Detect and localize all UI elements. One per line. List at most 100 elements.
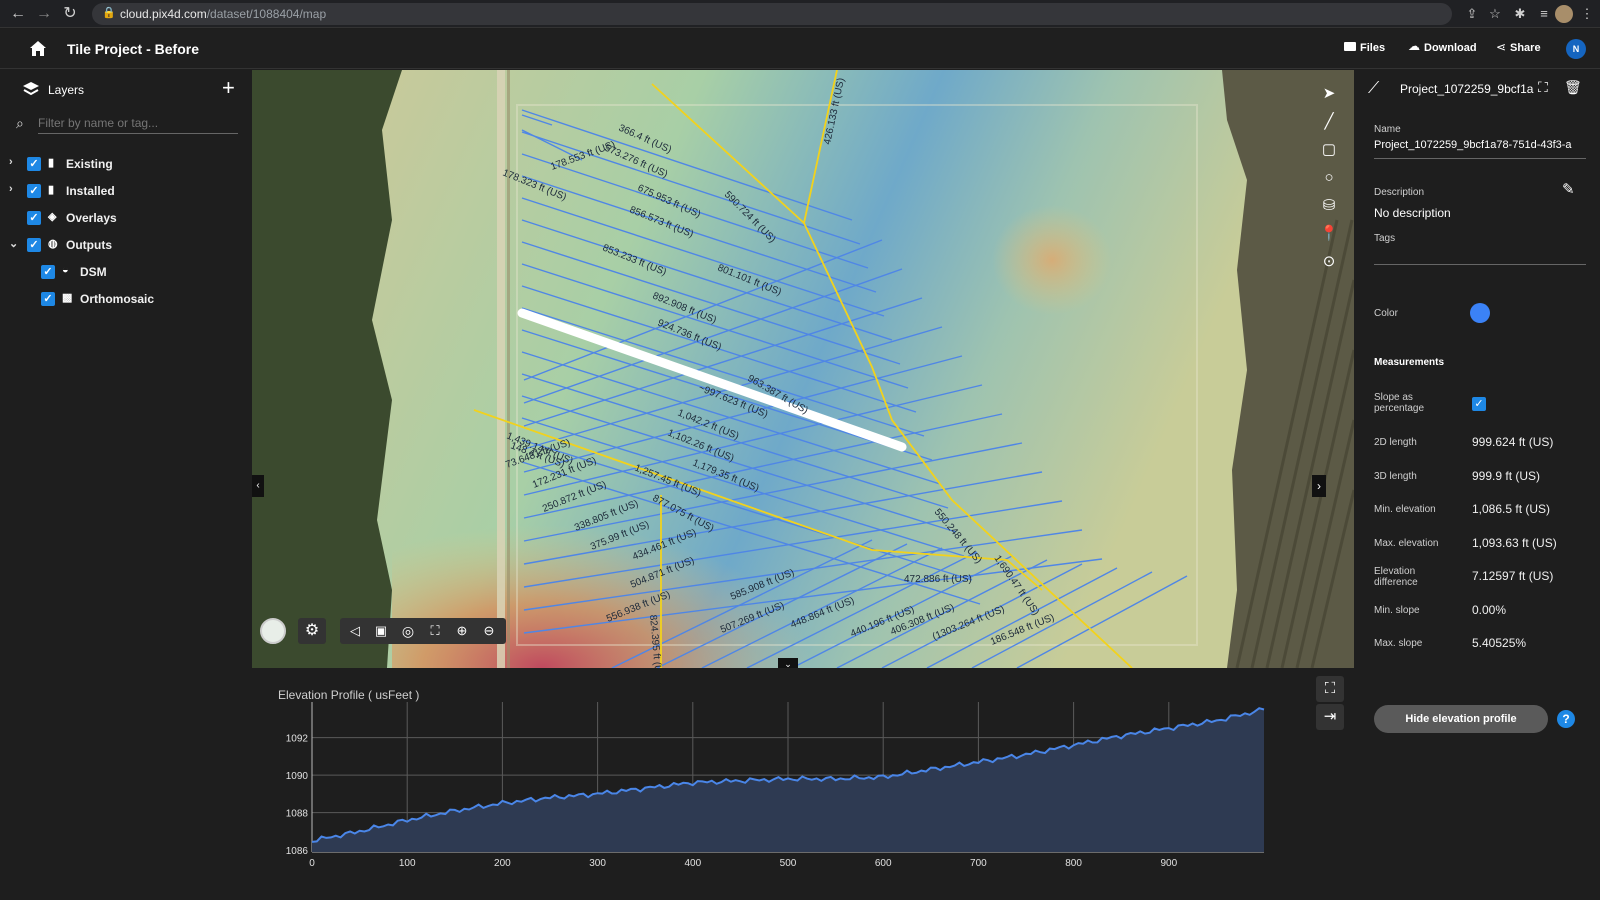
x-tick-label: 300 [589, 858, 606, 869]
project-title: Tile Project - Before [67, 41, 200, 57]
reading-list-icon[interactable]: ≡ [1534, 4, 1554, 24]
profile-avatar[interactable] [1555, 5, 1573, 23]
slope-percentage-label: Slope as percentage [1374, 392, 1425, 414]
elevation-chart[interactable]: 0 100 200 300 400 500 600 700 800 900 1086 1088 1090… [252, 694, 1282, 900]
bookmark-star-icon[interactable]: ☆ [1485, 4, 1505, 24]
layer-row-orthomosaic[interactable]: ✓ ▩ Orthomosaic [0, 287, 247, 311]
search-icon: ⌕ [16, 115, 24, 131]
chevron-right-icon[interactable]: › [9, 183, 13, 195]
home-icon[interactable] [29, 40, 47, 57]
map-tools: ➤ ╱ ▢ ○ ⛁ 📍 ⊙ [1314, 82, 1344, 292]
locate-icon[interactable]: ◎ [397, 618, 419, 644]
measurement-value: 999.9 ft (US) [1472, 468, 1541, 483]
north-arrow-icon[interactable]: ◁ [344, 618, 366, 644]
layer-label: Installed [66, 184, 115, 198]
url-path: /dataset/1088404/map [206, 7, 327, 21]
slope-percentage-checkbox[interactable]: ✓ [1472, 397, 1486, 411]
map-canvas[interactable]: 366.4 ft (US)573.276 ft (US)178.553 ft (… [252, 70, 1354, 668]
layer-checkbox[interactable]: ✓ [41, 292, 55, 306]
help-icon[interactable]: ? [1557, 710, 1575, 728]
dsm-icon: ◒ [62, 264, 69, 276]
measurement-value: 5.40525% [1472, 636, 1527, 650]
lock-icon: 🔒 [102, 7, 116, 19]
select-cursor-icon[interactable]: ➤ [1317, 82, 1341, 106]
measurement-label: Max. elevation [1374, 537, 1439, 549]
fit-view-icon[interactable]: ⛶ [424, 618, 446, 644]
layer-label: Outputs [66, 238, 112, 252]
project-name-short: Project_1072259_9bcf1a [1400, 82, 1534, 96]
edit-description-icon[interactable]: ✎ [1562, 180, 1575, 198]
layer-checkbox[interactable]: ✓ [27, 184, 41, 198]
properties-panel: ⟋ Project_1072259_9bcf1a ⛶ 🗑 Name Projec… [1354, 70, 1600, 900]
zoom-in-icon[interactable]: ⊕ [451, 618, 473, 644]
back-icon[interactable]: ← [8, 4, 28, 24]
share-button[interactable]: ⋖ Share [1496, 29, 1556, 69]
map-view[interactable]: 366.4 ft (US) 573.276 ft (US) 178.553 ft (… [252, 70, 1354, 668]
files-button[interactable]: Files [1344, 29, 1408, 69]
forward-icon[interactable]: → [34, 4, 54, 24]
polyline-tool-icon[interactable]: ╱ [1317, 110, 1341, 134]
layer-checkbox[interactable]: ✓ [41, 265, 55, 279]
browser-menu-icon[interactable]: ⋮ [1577, 4, 1597, 24]
reload-icon[interactable]: ↻ [60, 4, 80, 24]
share-page-icon[interactable]: ⇪ [1462, 4, 1482, 24]
point-tool-icon[interactable]: ⊙ [1317, 250, 1341, 274]
hide-elevation-profile-button[interactable]: Hide elevation profile [1374, 705, 1548, 733]
measurement-value: 999.624 ft (US) [1472, 435, 1554, 449]
layer-row-installed[interactable]: › ✓ ▮ Installed [0, 179, 247, 203]
download-label: Download [1424, 42, 1477, 54]
elevation-profile-panel: Elevation Profile ( usFeet ) 0 100 200 300 4… [252, 668, 1354, 900]
color-swatch[interactable] [1470, 303, 1490, 323]
circle-tool-icon[interactable]: ○ [1317, 166, 1341, 190]
layer-row-overlays[interactable]: ✓ ◈ Overlays [0, 206, 247, 230]
layer-row-existing[interactable]: › ✓ ▮ Existing [0, 152, 247, 176]
x-tick-label: 800 [1065, 858, 1082, 869]
expand-profile-icon[interactable]: ⛶ [1316, 676, 1344, 702]
layer-row-outputs[interactable]: ⌄ ✓ ◍ Outputs [0, 233, 247, 257]
cloud-download-icon: ☁ [1408, 39, 1420, 53]
extensions-icon[interactable]: ✱ [1510, 4, 1530, 24]
settings-gear-icon[interactable]: ⚙ [298, 618, 326, 644]
name-field[interactable]: Project_1072259_9bcf1a78-751d-43f3-a [1374, 139, 1586, 159]
measurement-value: 0.00% [1472, 602, 1507, 617]
layer-checkbox[interactable]: ✓ [27, 238, 41, 252]
y-tick-label: 1090 [286, 771, 309, 782]
layer-checkbox[interactable]: ✓ [27, 157, 41, 171]
layer-filter-input[interactable] [38, 112, 238, 134]
download-button[interactable]: ☁ Download [1408, 29, 1488, 69]
layer-label: Orthomosaic [80, 292, 155, 306]
collapse-right-icon[interactable]: › [1312, 475, 1326, 497]
measurements-title: Measurements [1374, 357, 1445, 368]
x-tick-label: 400 [684, 858, 701, 869]
url-text: cloud.pix4d.com/dataset/1088404/map [120, 7, 326, 21]
layer-row-dsm[interactable]: ✓ ◒ DSM [0, 260, 247, 284]
x-tick-label: 0 [309, 858, 315, 869]
collapse-left-icon[interactable]: ‹ [252, 475, 264, 497]
tags-input[interactable] [1374, 248, 1586, 265]
chevron-down-icon[interactable]: ⌄ [9, 237, 18, 250]
volume-tool-icon[interactable]: ⛁ [1317, 194, 1341, 218]
y-tick-label: 1088 [286, 809, 309, 820]
measurement-label: Min. slope [1374, 604, 1420, 616]
road-edge [507, 70, 510, 668]
camera-icon[interactable]: ▣ [370, 618, 392, 644]
marker-tool-icon[interactable]: 📍 [1317, 222, 1341, 246]
polygon-tool-icon[interactable]: ▢ [1317, 138, 1341, 162]
export-profile-icon[interactable]: ⇥ [1316, 704, 1344, 730]
share-label: Share [1510, 42, 1541, 54]
delete-icon[interactable]: 🗑 [1564, 79, 1582, 96]
x-tick-label: 600 [875, 858, 892, 869]
basemap-toggle[interactable] [260, 618, 286, 644]
name-label: Name [1374, 124, 1401, 135]
x-tick-label: 900 [1160, 858, 1177, 869]
focus-icon[interactable]: ⛶ [1538, 79, 1548, 96]
zoom-out-icon[interactable]: ⊖ [478, 618, 500, 644]
dsm-warm-area [992, 205, 1112, 315]
collapse-bottom-icon[interactable]: ⌄ [778, 658, 798, 668]
layer-checkbox[interactable]: ✓ [27, 211, 41, 225]
chevron-right-icon[interactable]: › [9, 156, 13, 168]
layer-label: Existing [66, 157, 113, 171]
address-bar[interactable]: 🔒 cloud.pix4d.com/dataset/1088404/map [92, 3, 1452, 25]
add-layer-icon[interactable]: + [222, 76, 235, 100]
user-avatar[interactable]: N [1566, 39, 1586, 59]
